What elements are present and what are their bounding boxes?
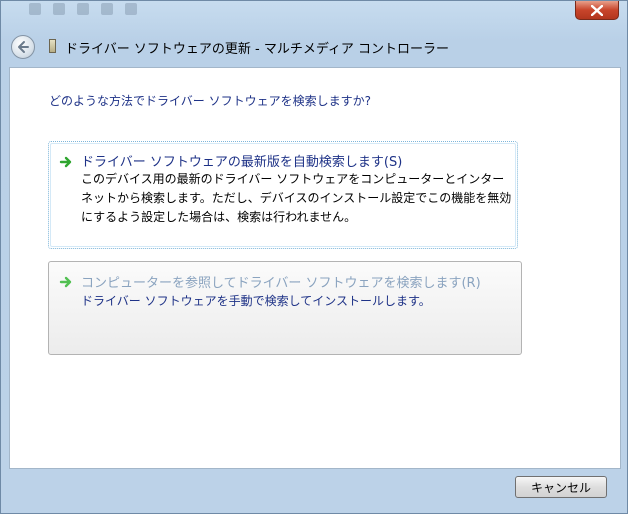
option-description: このデバイス用の最新のドライバー ソフトウェアをコンピューターとインターネットか… (81, 172, 512, 224)
auto-search-option[interactable]: ドライバー ソフトウェアの最新版を自動検索します(S) このデバイス用の最新のド… (48, 141, 518, 249)
back-arrow-icon (18, 41, 29, 53)
green-arrow-icon (59, 156, 72, 168)
footer-bar: キャンセル (9, 469, 621, 507)
back-button[interactable] (11, 35, 35, 59)
green-arrow-icon (59, 276, 72, 288)
option-title: コンピューターを参照してドライバー ソフトウェアを検索します(R) (81, 276, 481, 291)
cancel-button[interactable]: キャンセル (515, 476, 607, 498)
question-heading: どのような方法でドライバー ソフトウェアを検索しますか? (49, 94, 371, 108)
option-description: ドライバー ソフトウェアを手動で検索してインストールします。 (81, 294, 431, 308)
header-bar: ドライバー ソフトウェアの更新 - マルチメディア コントローラー (9, 31, 621, 65)
close-icon (591, 4, 603, 16)
window-title: ドライバー ソフトウェアの更新 - マルチメディア コントローラー (65, 42, 450, 57)
background-toolbar-ghost (29, 3, 137, 17)
close-button[interactable] (575, 1, 619, 20)
dialog-content: どのような方法でドライバー ソフトウェアを検索しますか? ドライバー ソフトウェ… (9, 67, 621, 469)
dialog-window: ドライバー ソフトウェアの更新 - マルチメディア コントローラー どのような方… (0, 0, 628, 514)
title-bar (1, 1, 627, 27)
device-icon (49, 39, 56, 53)
option-title: ドライバー ソフトウェアの最新版を自動検索します(S) (81, 155, 403, 170)
browse-computer-option[interactable]: コンピューターを参照してドライバー ソフトウェアを検索します(R) ドライバー … (48, 261, 522, 355)
